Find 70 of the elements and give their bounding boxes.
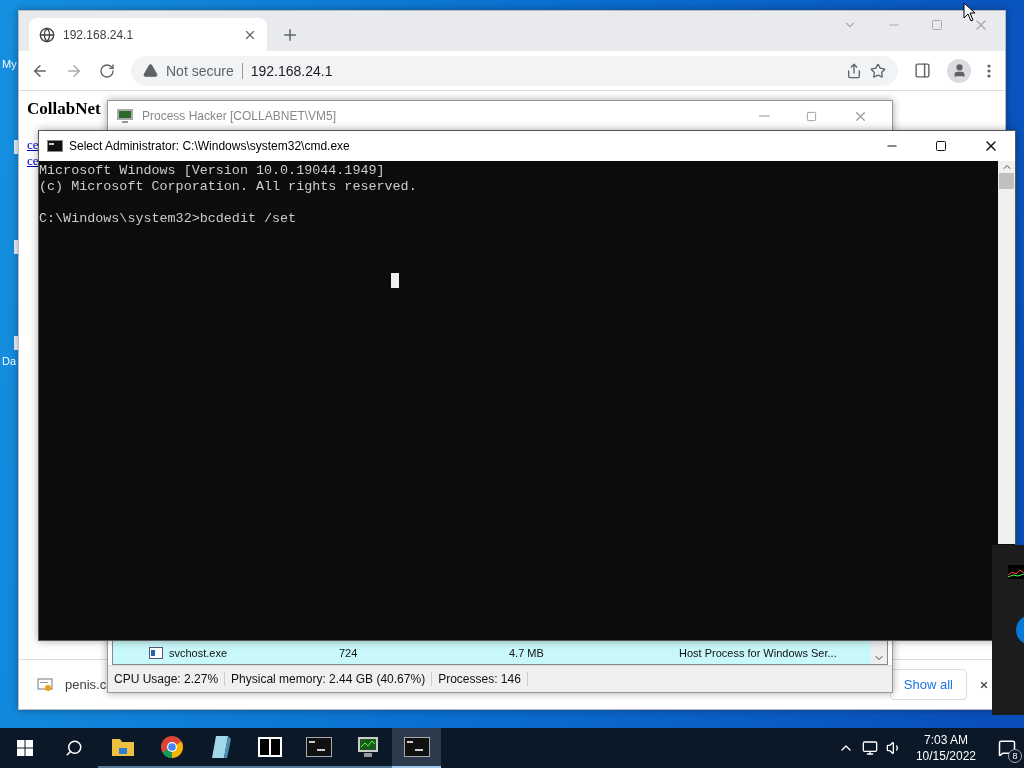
status-text: CPU Usage: 2.27% [108, 672, 226, 686]
new-tab-button[interactable] [281, 26, 299, 44]
url-text: 192.168.24.1 [250, 62, 334, 79]
menu-button[interactable] [987, 63, 991, 78]
menu-icon [987, 63, 991, 78]
monitor-icon [116, 108, 134, 124]
windows-logo-icon [16, 740, 33, 756]
window-icon [149, 646, 163, 659]
user-icon [951, 63, 967, 78]
share-icon [846, 62, 862, 79]
monitor-icon [355, 736, 380, 758]
status-text: Processes: 146 [432, 672, 528, 686]
table-cell-text: Host Process for Windows Ser... [679, 646, 838, 659]
time-text: 7:03 AM [923, 732, 968, 748]
desktop-icon-label[interactable]: Da [2, 355, 17, 367]
side-panel-button[interactable] [914, 62, 931, 79]
console-line: Microsoft Windows [Version 10.0.19044.1949] [39, 163, 386, 179]
clock[interactable]: 7:03 AM 10/15/2022 [909, 732, 982, 764]
status-text: Physical memory: 2.44 GB (40.67%) [225, 672, 433, 686]
console-line: (c) Microsoft Corporation. All rights reserved. [39, 179, 418, 195]
chrome-icon [159, 735, 184, 759]
document-icon [209, 735, 232, 759]
chart-icon [1008, 565, 1024, 579]
minimize-icon [759, 115, 770, 117]
plus-icon [281, 26, 299, 44]
close-button[interactable] [979, 679, 989, 690]
globe-icon [39, 26, 55, 43]
network-icon[interactable] [861, 740, 878, 756]
scrollbar[interactable] [998, 161, 1015, 544]
bookmark-button[interactable] [870, 62, 886, 79]
page-heading: CollabNet [27, 99, 101, 119]
maximize-icon [806, 110, 817, 122]
notification-icon[interactable] [998, 739, 1016, 757]
close-icon [979, 679, 989, 690]
profile-button[interactable] [947, 58, 971, 83]
maximize-icon [931, 19, 943, 31]
taskbar-app-button[interactable] [392, 728, 441, 768]
window-title: Select Administrator: C:\Windows\system32\cmd.exe [69, 139, 350, 153]
browser-tab[interactable]: 192.168.24.1 [29, 18, 267, 51]
notification-badge: 8 [1008, 749, 1022, 763]
scrollbar[interactable] [871, 641, 887, 664]
table-cell-text: 724 [339, 646, 359, 659]
show-all-button[interactable]: Show all [889, 669, 967, 700]
security-label: Not secure [166, 62, 243, 79]
table-cell-text: svchost.exe [169, 646, 229, 659]
window-title: Process Hacker [COLLABNET\VM5] [142, 109, 337, 123]
warning-icon [143, 63, 158, 78]
address-bar[interactable]: Not secure 192.168.24.1 [131, 55, 898, 86]
table-cell-text: 4.7 MB [509, 646, 545, 659]
console-prompt: C:\Windows\system32>bcdedit /set [39, 211, 298, 227]
search-icon [64, 739, 83, 757]
tab-title: 192.168.24.1 [63, 27, 135, 42]
download-filename[interactable]: penis.c [65, 677, 107, 692]
maximize-button[interactable] [935, 140, 947, 152]
side-panel-icon [914, 62, 931, 79]
text-cursor [391, 273, 399, 288]
console-icon [403, 737, 430, 757]
folder-icon [110, 737, 135, 757]
reload-button[interactable] [99, 62, 115, 79]
certificate-icon [37, 676, 53, 693]
page-link[interactable]: ce [27, 137, 39, 153]
reload-icon [99, 62, 115, 79]
date-text: 10/15/2022 [915, 748, 976, 764]
maximize-icon [935, 140, 947, 152]
scrollbar-thumb[interactable] [999, 173, 1014, 189]
desktop-icon-label[interactable]: My [2, 58, 17, 70]
share-button[interactable] [846, 62, 862, 79]
star-icon [870, 62, 886, 79]
console-icon [47, 140, 63, 152]
console-icon [305, 737, 332, 757]
